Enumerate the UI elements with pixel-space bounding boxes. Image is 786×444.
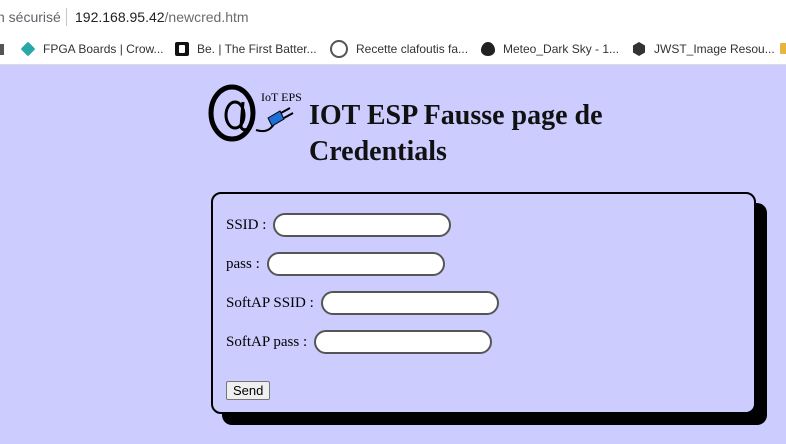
bookmark-label: Meteo_Dark Sky - 1... [503, 42, 620, 56]
logo-text: IoT EPS [261, 90, 302, 104]
bookmark-label: FPGA Boards | Crow... [43, 42, 164, 56]
fpga-icon [20, 41, 36, 57]
credentials-form: SSID : pass : SoftAP SSID : SoftAP pass … [211, 192, 756, 414]
pass-input[interactable] [266, 252, 445, 276]
softap-ssid-label: SoftAP SSID : [226, 294, 314, 311]
pass-label: pass : [226, 255, 260, 272]
url-host: 192.168.95.42 [75, 9, 165, 25]
bookmark-label: Recette clafoutis fa... [356, 42, 469, 56]
page-title: IOT ESP Fausse page de Credentials [309, 100, 603, 167]
softap-ssid-input[interactable] [320, 291, 499, 315]
send-button[interactable]: Send [226, 381, 271, 400]
bookmark-fpga-boards[interactable]: FPGA Boards | Crow... [20, 34, 164, 64]
security-status[interactable]: n sécurisé [0, 9, 61, 25]
bookmarks-bar: FPGA Boards | Crow... Be. | The First Ba… [0, 34, 786, 65]
pass-row: pass : [226, 252, 445, 276]
be-icon [175, 42, 189, 56]
jwst-icon [632, 42, 646, 56]
meteo-icon [481, 42, 495, 56]
softap-pass-input[interactable] [314, 330, 493, 354]
softap-pass-label: SoftAP pass : [226, 333, 308, 350]
bookmark-meteo-dark-sky[interactable]: Meteo_Dark Sky - 1... [481, 34, 619, 64]
recipe-icon [330, 40, 348, 58]
ssid-input[interactable] [273, 213, 452, 237]
url-path: /newcred.htm [164, 9, 249, 25]
url-text[interactable]: 192.168.95.42/newcred.htm [75, 9, 249, 25]
address-bar[interactable]: n sécurisé 192.168.95.42/newcred.htm [0, 0, 786, 35]
bookmark-jwst-image[interactable]: JWST_Image Resou... [632, 34, 775, 64]
bookmark-partial-icon[interactable] [0, 44, 4, 55]
bookmark-recette-clafoutis[interactable]: Recette clafoutis fa... [330, 34, 468, 64]
bookmark-label: JWST_Image Resou... [654, 42, 775, 56]
softap-ssid-row: SoftAP SSID : [226, 291, 499, 315]
iot-eps-logo: IoT EPS [208, 84, 302, 142]
bookmark-label: Be. | The First Batter... [197, 42, 317, 56]
ssid-row: SSID : [226, 213, 452, 237]
address-separator [66, 8, 67, 26]
folder-icon[interactable] [780, 43, 786, 54]
ssid-label: SSID : [226, 216, 267, 233]
softap-pass-row: SoftAP pass : [226, 330, 493, 354]
bookmark-be[interactable]: Be. | The First Batter... [175, 34, 317, 64]
